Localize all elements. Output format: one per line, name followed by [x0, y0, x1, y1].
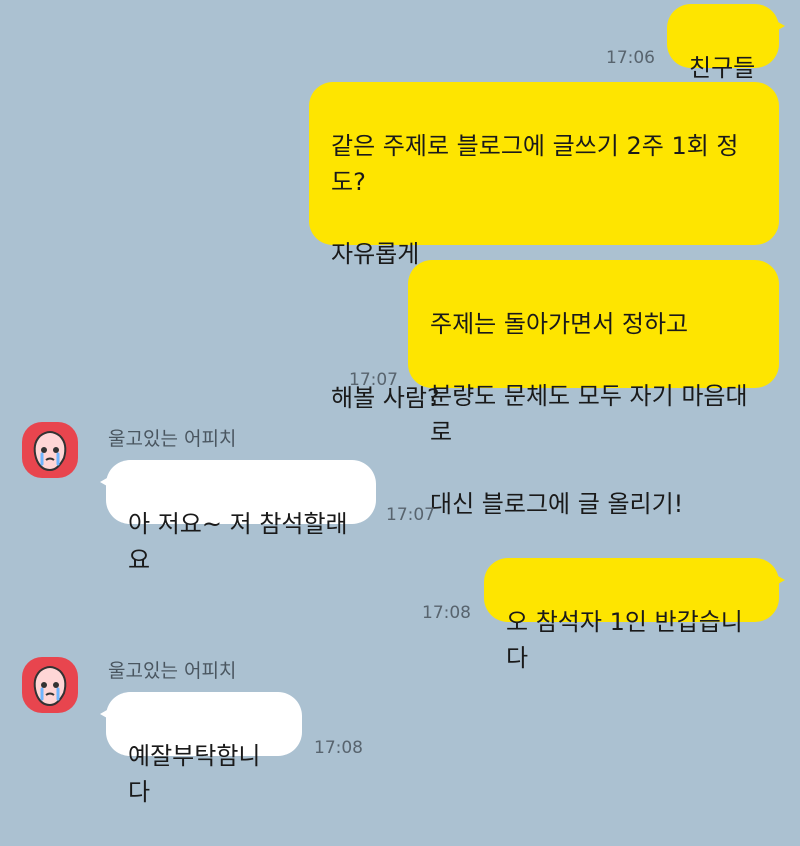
sender-name: 울고있는 어피치 — [108, 428, 237, 450]
message-text: 주제는 돌아가면서 정하고 — [430, 310, 689, 338]
message-time: 17:08 — [314, 738, 363, 758]
their-message-bubble[interactable]: 예잘부탁함니다 — [100, 692, 302, 806]
message-text: 예잘부탁함니다 — [128, 742, 261, 806]
sender-name: 울고있는 어피치 — [108, 660, 237, 682]
my-message-bubble[interactable]: 같은 주제로 블로그에 글쓰기 2주 1회 정도? 자유롭게 해볼 사람? — [309, 82, 779, 412]
message-time: 17:06 — [606, 48, 655, 68]
message-text: 대신 블로그에 글 올리기! — [430, 490, 684, 518]
crying-apeach-icon[interactable] — [22, 657, 78, 713]
their-message-bubble[interactable]: 아 저요~ 저 참석할래요 — [100, 460, 376, 574]
message-time: 17:08 — [422, 603, 471, 623]
message-time: 17:07 — [349, 370, 398, 390]
message-text: 친구들 — [689, 54, 756, 82]
message-text: 같은 주제로 블로그에 글쓰기 2주 1회 정도? — [331, 132, 739, 196]
message-text: 아 저요~ 저 참석할래요 — [128, 510, 348, 574]
crying-apeach-icon[interactable] — [22, 422, 78, 478]
message-text: 오 참석자 1인 반갑습니다 — [506, 608, 743, 672]
my-message-bubble[interactable]: 주제는 돌아가면서 정하고 분량도 문체도 모두 자기 마음대로 대신 블로그에… — [408, 260, 779, 518]
message-time: 17:07 — [386, 505, 435, 525]
message-text: 분량도 문체도 모두 자기 마음대로 — [430, 382, 748, 446]
my-message-bubble[interactable]: 오 참석자 1인 반갑습니다 — [484, 558, 785, 672]
my-message-bubble[interactable]: 친구들 — [667, 4, 785, 82]
